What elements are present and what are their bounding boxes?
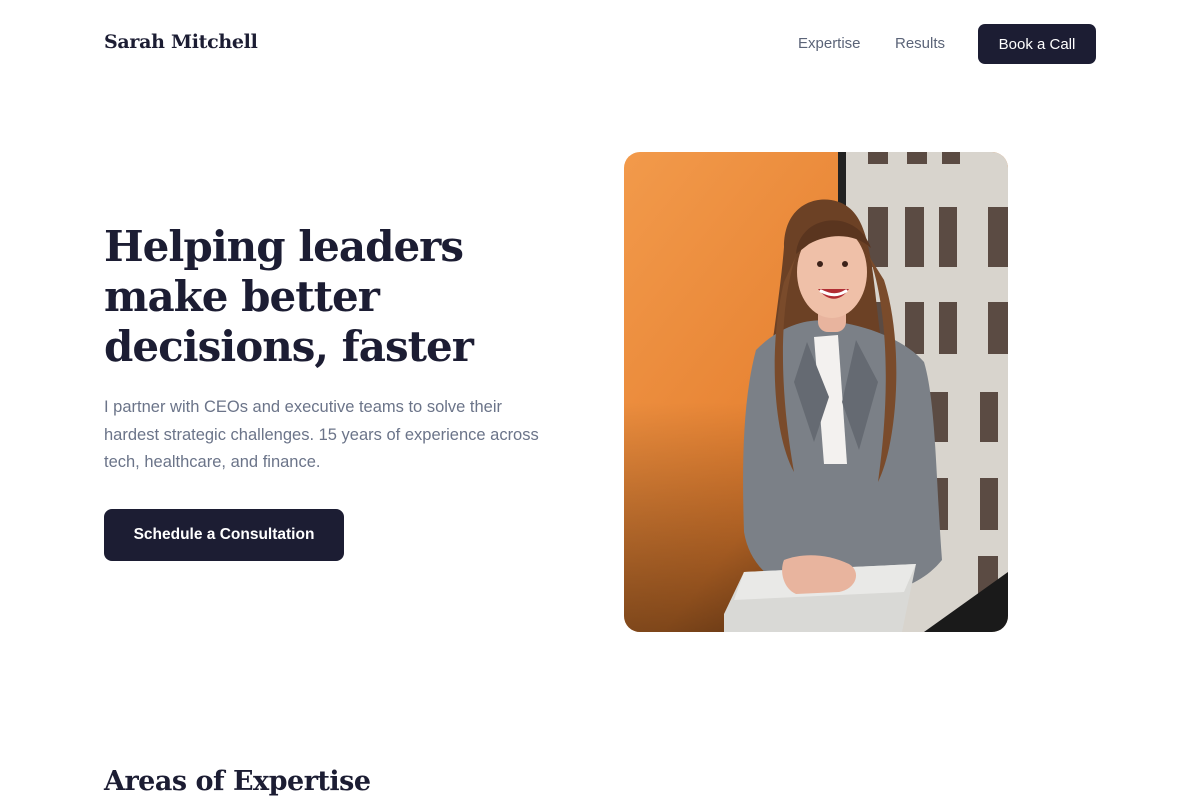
areas-of-expertise-heading: Areas of Expertise bbox=[104, 766, 371, 797]
nav-link-expertise[interactable]: Expertise bbox=[798, 35, 861, 52]
brand-logo[interactable]: Sarah Mitchell bbox=[104, 31, 258, 53]
book-call-button[interactable]: Book a Call bbox=[978, 24, 1096, 64]
nav-link-results[interactable]: Results bbox=[895, 35, 945, 52]
site-header: Sarah Mitchell Expertise Results Book a … bbox=[0, 0, 1200, 88]
hero-title: Helping leaders make better decisions, f… bbox=[104, 222, 474, 371]
hero-description: I partner with CEOs and executive teams … bbox=[104, 398, 539, 471]
portrait-photo bbox=[624, 152, 1008, 632]
schedule-consultation-button[interactable]: Schedule a Consultation bbox=[104, 509, 344, 561]
portrait-illustration bbox=[624, 152, 1008, 632]
